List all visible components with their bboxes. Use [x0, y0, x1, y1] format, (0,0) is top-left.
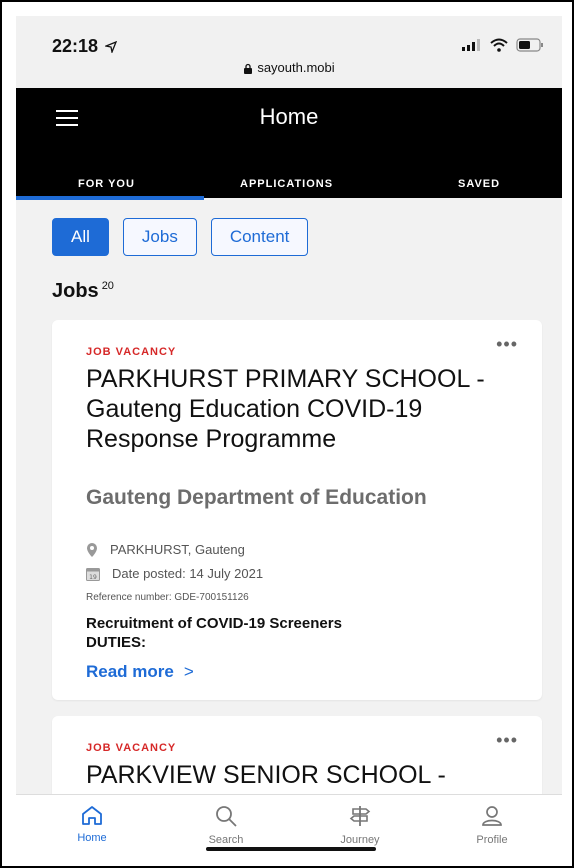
job-date: 19 Date posted: 14 July 2021 [86, 566, 263, 581]
location-pin-icon [87, 542, 97, 557]
nav-search-label: Search [208, 834, 244, 846]
nav-profile[interactable]: Profile [452, 805, 532, 846]
nav-home[interactable]: Home [52, 805, 132, 844]
nav-journey-label: Journey [340, 834, 380, 846]
filter-all-button[interactable]: All [52, 218, 109, 256]
signpost-icon [349, 806, 371, 826]
read-more-label: Read more [86, 662, 174, 681]
more-options-icon[interactable]: ••• [496, 730, 518, 751]
tab-saved[interactable]: SAVED [458, 178, 500, 190]
employer-name: Gauteng Department of Education [86, 486, 427, 509]
section-heading: Jobs 20 [52, 280, 114, 303]
location-text: PARKHURST, Gauteng [110, 542, 245, 557]
home-icon [82, 806, 102, 825]
battery-icon [516, 38, 543, 52]
chevron-right-icon: > [183, 662, 194, 681]
tab-bar: FOR YOU APPLICATIONS SAVED [16, 178, 562, 198]
address-bar[interactable]: sayouth.mobi [16, 60, 562, 75]
filter-content-button[interactable]: Content [210, 218, 309, 256]
device-frame: 22:18 sayouth.mobi Home FOR YOU APPLICAT… [0, 0, 574, 868]
job-location: PARKHURST, Gauteng [86, 542, 245, 557]
system-icons [462, 36, 544, 54]
signal-icon [462, 39, 480, 51]
time-text: 22:18 [52, 36, 99, 56]
home-indicator [206, 847, 376, 851]
reference-number: Reference number: GDE-700151126 [86, 592, 249, 603]
date-text: Date posted: 14 July 2021 [112, 566, 264, 581]
url-text: sayouth.mobi [257, 60, 335, 75]
app-header: Home FOR YOU APPLICATIONS SAVED [16, 88, 562, 200]
job-tag: JOB VACANCY [86, 742, 177, 754]
section-count: 20 [101, 280, 114, 293]
job-title[interactable]: PARKHURST PRIMARY SCHOOL - Gauteng Educa… [86, 364, 506, 454]
profile-icon [482, 806, 502, 826]
calendar-day: 19 [89, 574, 97, 581]
nav-journey[interactable]: Journey [320, 805, 400, 846]
nav-profile-label: Profile [476, 834, 508, 846]
lock-icon [244, 63, 253, 75]
phone-screen: 22:18 sayouth.mobi Home FOR YOU APPLICAT… [16, 16, 562, 856]
job-tag: JOB VACANCY [86, 346, 177, 358]
status-time: 22:18 [52, 36, 118, 57]
location-arrow-icon [103, 41, 118, 55]
more-options-icon[interactable]: ••• [496, 334, 518, 355]
nav-home-label: Home [77, 832, 107, 844]
status-bar: 22:18 sayouth.mobi [16, 16, 562, 88]
nav-search[interactable]: Search [186, 805, 266, 846]
search-icon [216, 806, 237, 827]
filter-jobs-button[interactable]: Jobs [122, 218, 197, 256]
section-title: Jobs [52, 280, 99, 302]
tab-applications[interactable]: APPLICATIONS [240, 178, 333, 190]
read-more-link[interactable]: Read more > [86, 662, 194, 682]
job-summary: Recruitment of COVID-19 Screeners DUTIES… [86, 615, 342, 651]
filter-chips: All Jobs Content [52, 218, 309, 256]
bottom-navigation: Home Search Journey Profile [16, 794, 562, 856]
active-tab-indicator [16, 196, 204, 200]
page-title: Home [259, 104, 319, 129]
wifi-icon [490, 38, 508, 52]
tab-for-you[interactable]: FOR YOU [78, 178, 135, 190]
job-card[interactable]: ••• JOB VACANCY PARKHURST PRIMARY SCHOOL… [52, 320, 542, 700]
calendar-icon: 19 [86, 567, 100, 581]
